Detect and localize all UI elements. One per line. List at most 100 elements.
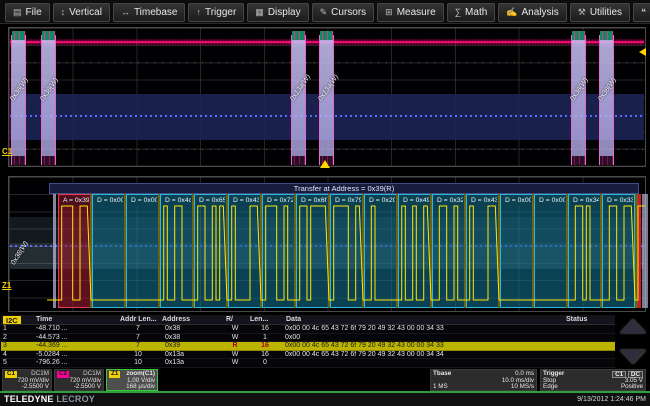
table-cell: 0x13a [159, 359, 223, 367]
table-row[interactable]: 1-48.710 ...70x38W160x00 00 4c 65 43 72 … [1, 325, 615, 334]
zoom-waveform-grid[interactable]: Transfer at Address = 0x39(R) A = 0x39..… [8, 176, 646, 312]
table-cell: 0x00 [283, 334, 563, 342]
tbase-rate: 10 MS/s [511, 384, 534, 391]
menu-label: Math [465, 7, 487, 18]
menu-button-utilities[interactable]: ⚒Utilities [570, 3, 630, 22]
timebase-descriptor-box[interactable]: Tbase0.0 ms 10.0 ms/div 1 MS10 MS/s [430, 369, 537, 391]
menu-button-math[interactable]: ∑ Math [447, 3, 496, 22]
table-cell: -48.710 ... [33, 325, 117, 333]
menu-button-support[interactable]: ❝Support [633, 3, 650, 22]
table-cell: W [223, 334, 247, 342]
table-cell: R [223, 342, 247, 350]
c1-descriptor-box[interactable]: C1DC1M 720 mV/div -2.5500 V [2, 369, 52, 391]
analysis-icon: ✍ [506, 7, 517, 18]
burst-cap [320, 31, 333, 40]
table-cell: -796.26 ... [33, 359, 117, 367]
main-waveform-grid[interactable]: 0x38(W) 0x38(W) 0x13a(W) 0x13a(W) 0x38(W) 0x3… [8, 27, 646, 167]
c2-descriptor-box[interactable]: C2DC1M 720 mV/div -2.5500 V [54, 369, 104, 391]
table-cell [563, 359, 615, 367]
menu-label: Measure [397, 7, 436, 18]
trigger-descriptor-box[interactable]: Trigger C1 DC Stop3.05 V EdgePositive [540, 369, 646, 391]
i2c-burst-bar[interactable]: 0x38(W) [41, 35, 56, 165]
menu-label: Cursors [331, 7, 366, 18]
trigger-level-marker[interactable] [639, 48, 646, 56]
table-cell: 2 [1, 334, 33, 342]
burst-cap [12, 31, 25, 40]
c2-offset: -2.5500 V [74, 384, 101, 391]
table-cell: 0x38 [159, 334, 223, 342]
i2c-burst-bar[interactable]: 0x13a(W) [291, 35, 306, 165]
i2c-burst-bar[interactable]: 0x13a(W) [319, 35, 334, 165]
burst-cap [292, 31, 305, 40]
table-cell: W [223, 359, 247, 367]
math-icon: ∑ [455, 7, 461, 17]
table-scroll-down-button[interactable] [620, 350, 646, 364]
burst-cap [600, 31, 613, 40]
table-header-cell: Address [159, 315, 223, 324]
i2c-burst-bar[interactable]: 0x38(W) [11, 35, 26, 165]
table-row[interactable]: 3-44.369 ...70x39R160x00 00 4c 65 43 72 … [1, 342, 615, 351]
table-scroll-up-button[interactable] [620, 319, 646, 333]
zoom-c1-waveform [9, 177, 646, 313]
table-cell: -44.573 ... [33, 334, 117, 342]
table-header-cell: Status [563, 315, 615, 324]
menu-label: Utilities [590, 7, 622, 18]
datetime-stamp: 9/13/2012 1:24:46 PM [577, 396, 646, 403]
i2c-protocol-badge[interactable]: I2C [3, 316, 21, 325]
table-cell: 7 [117, 325, 159, 333]
table-row[interactable]: 2-44.573 ...70x38W10x00 [1, 334, 615, 343]
z1-timescale: 168 µs/div [126, 384, 155, 391]
i2c-burst-bar[interactable]: 0x38(W) [599, 35, 614, 165]
table-cell [563, 334, 615, 342]
footer-bar: TELEDYNE LECROY 9/13/2012 1:24:46 PM [0, 393, 650, 406]
table-cell: 16 [247, 325, 283, 333]
support-icon: ❝ [641, 7, 646, 18]
menu-button-vertical[interactable]: ↕Vertical [53, 3, 110, 22]
vertical-icon: ↕ [61, 7, 66, 17]
tbase-label: Tbase [433, 371, 451, 378]
table-cell [563, 351, 615, 359]
table-header-cell: R/ [223, 315, 247, 324]
tbase-samples: 1 MS [433, 384, 448, 391]
table-row[interactable]: 5-796.26 ...100x13aW0 [1, 359, 615, 368]
menu-button-measure[interactable]: ⊞Measure [377, 3, 443, 22]
table-cell: 4 [1, 351, 33, 359]
menu-label: Trigger [205, 7, 236, 18]
table-cell: 5 [1, 359, 33, 367]
table-cell: 1 [247, 334, 283, 342]
menu-button-cursors[interactable]: ✎Cursors [312, 3, 375, 22]
menu-button-timebase[interactable]: ↔Timebase [113, 3, 186, 22]
table-cell: 7 [117, 334, 159, 342]
z1-grid-tag: Z1 [2, 281, 11, 290]
table-cell: W [223, 325, 247, 333]
timebase-icon: ↔ [121, 7, 130, 17]
table-cell: 0x00 00 4c 65 43 72 6f 79 20 49 32 43 00… [283, 351, 563, 359]
burst-cap [292, 156, 305, 165]
c1-badge: C1 [5, 371, 17, 378]
table-cell: 0x00 00 4c 65 43 72 6f 79 20 49 32 43 00… [283, 342, 563, 350]
i2c-burst-bar[interactable]: 0x38(W) [571, 35, 586, 165]
table-cell [563, 342, 615, 350]
menu-label: Vertical [69, 7, 102, 18]
trigger-time-marker[interactable] [320, 160, 330, 168]
display-icon: ▦ [255, 7, 264, 18]
menu-label: Analysis [522, 7, 559, 18]
menu-button-file[interactable]: ▤File [5, 3, 50, 22]
table-cell [283, 359, 563, 367]
file-icon: ▤ [13, 7, 22, 18]
z1-descriptor-box[interactable]: Z1zoom(C1) 1.00 V/div 168 µs/div [106, 369, 158, 391]
menu-button-trigger[interactable]: ↑ Trigger [188, 3, 244, 22]
table-cell: -5.0284 ... [33, 351, 117, 359]
table-row[interactable]: 4-5.0284 ...100x13aW160x00 00 4c 65 43 7… [1, 351, 615, 360]
menu-button-analysis[interactable]: ✍ Analysis [498, 3, 566, 22]
table-cell: 0 [247, 359, 283, 367]
trigger-icon: ↑ [196, 7, 201, 17]
oscilloscope-app: ▤File↕Vertical↔Timebase↑Trigger▦Display✎… [0, 0, 650, 406]
burst-cap [42, 31, 55, 40]
table-cell: 16 [247, 351, 283, 359]
menu-button-display[interactable]: ▦Display [247, 3, 308, 22]
trigger-type: Edge [543, 384, 558, 391]
table-header-cell: Data [283, 315, 563, 324]
table-cell [563, 325, 615, 333]
table-header-cell: Time [33, 315, 117, 324]
